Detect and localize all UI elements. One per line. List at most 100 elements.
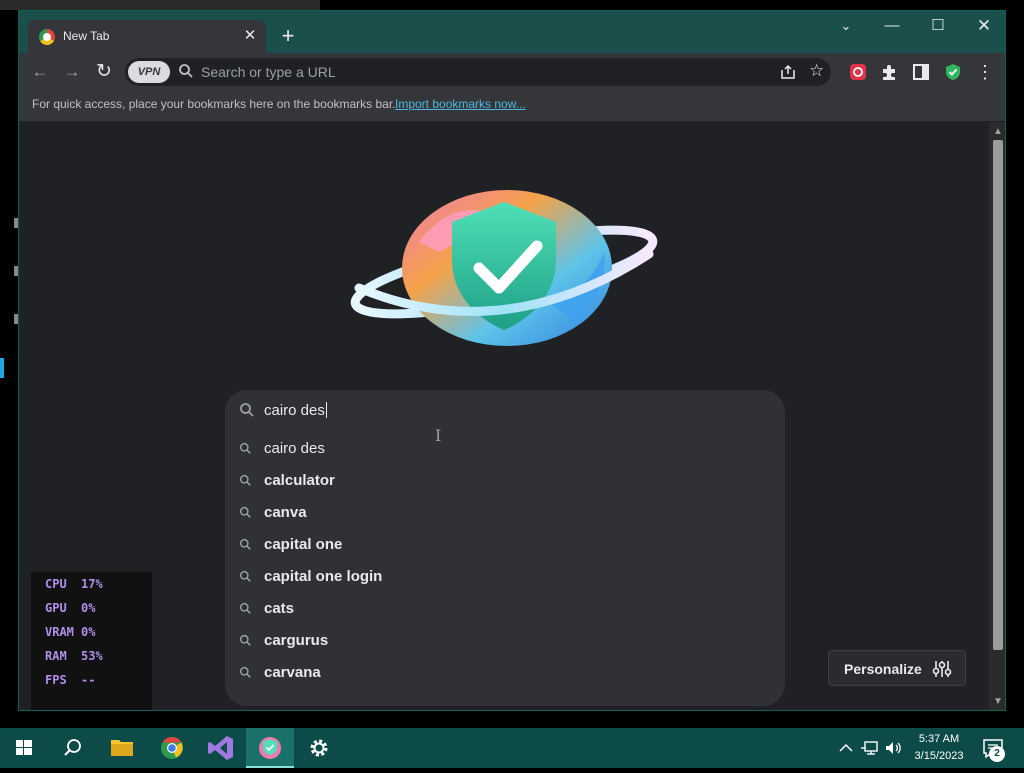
suggestion-item[interactable]: calculator — [225, 465, 785, 497]
stat-label: CPU — [45, 577, 67, 591]
notification-badge: 2 — [989, 746, 1005, 762]
search-icon — [240, 403, 254, 417]
suggestion-text: capital one — [264, 536, 343, 553]
tab-strip: New Tab ✕ + ⌄ — ☐ ✕ — [19, 11, 1005, 53]
performance-overlay: CPU 17% GPU 0% VRAM 0% RAM 53% FPS -- — [31, 572, 152, 710]
scroll-up-icon[interactable]: ▲ — [993, 126, 1003, 137]
suggestion-item[interactable]: cats — [225, 593, 785, 625]
suggestion-text: capital one login — [264, 568, 383, 585]
tab-search-button[interactable]: ⌄ — [823, 11, 869, 43]
tab-new-tab[interactable]: New Tab ✕ — [28, 20, 266, 53]
scrollbar-thumb[interactable] — [993, 140, 1003, 650]
suggestion-item[interactable]: canva — [225, 497, 785, 529]
taskbar-visual-studio[interactable] — [197, 728, 245, 768]
vpn-button[interactable]: VPN — [128, 61, 170, 83]
taskbar-settings[interactable] — [295, 728, 343, 768]
browser-window: New Tab ✕ + ⌄ — ☐ ✕ ← → ↻ VPN ☆ — [18, 10, 1006, 711]
stat-row: RAM 53% — [45, 649, 103, 663]
stat-label: GPU — [45, 601, 67, 615]
search-icon — [239, 666, 251, 678]
start-button[interactable] — [0, 728, 48, 768]
stat-row: FPS -- — [45, 673, 95, 687]
suggestion-text: carvana — [264, 664, 321, 681]
stat-label: FPS — [45, 673, 67, 687]
stat-value: 17% — [81, 577, 103, 591]
search-icon — [64, 739, 81, 756]
suggestion-text: cats — [264, 600, 295, 617]
forward-arrow-icon[interactable]: → — [61, 61, 83, 83]
suggestion-item[interactable]: cairo des — [225, 433, 785, 465]
taskbar: 5:37 AM 3/15/2023 2 — [0, 728, 1024, 768]
bookmarks-bar: For quick access, place your bookmarks h… — [19, 91, 1005, 122]
bookmark-star-icon[interactable]: ☆ — [809, 61, 824, 81]
windows-logo-icon — [16, 740, 32, 755]
reload-icon[interactable]: ↻ — [93, 61, 115, 83]
import-bookmarks-link[interactable]: Import bookmarks now... — [395, 97, 526, 111]
browser-shield-icon — [259, 737, 281, 759]
volume-icon[interactable] — [884, 740, 904, 756]
chrome-icon — [161, 737, 183, 759]
stat-row: GPU 0% — [45, 601, 95, 615]
suggestion-item[interactable]: carvana — [225, 657, 785, 689]
stat-row: VRAM 0% — [45, 625, 95, 639]
scroll-down-icon[interactable]: ▼ — [993, 696, 1003, 707]
side-panel-icon[interactable] — [912, 63, 930, 81]
minimize-button[interactable]: — — [869, 11, 915, 43]
stat-value: 0% — [81, 625, 96, 639]
search-icon — [239, 506, 251, 518]
gear-icon — [310, 739, 328, 757]
visual-studio-icon — [208, 736, 233, 760]
personalize-label: Personalize — [844, 661, 922, 677]
stat-value: 53% — [81, 649, 103, 663]
menu-dots-icon[interactable]: ⋮ — [976, 62, 994, 82]
suggestion-text: calculator — [264, 472, 335, 489]
suggestion-item[interactable]: cargurus — [225, 625, 785, 657]
bookmarks-bar-message: For quick access, place your bookmarks h… — [32, 97, 396, 111]
maximize-button[interactable]: ☐ — [915, 11, 961, 43]
new-tab-button[interactable]: + — [275, 24, 301, 50]
search-icon — [239, 570, 251, 582]
suggestion-text: cairo des — [264, 440, 325, 457]
tab-close-icon[interactable]: ✕ — [240, 26, 260, 46]
browser-toolbar: ← → ↻ VPN ☆ — [19, 53, 1005, 91]
extensions-puzzle-icon[interactable] — [880, 63, 898, 81]
stat-label: RAM — [45, 649, 67, 663]
address-bar[interactable]: VPN ☆ — [125, 58, 831, 86]
stat-value: 0% — [81, 601, 96, 615]
search-icon — [239, 602, 251, 614]
taskbar-file-explorer[interactable] — [98, 728, 146, 768]
shield-planet-logo — [350, 190, 658, 346]
chrome-favicon-icon — [39, 29, 55, 45]
taskbar-search-button[interactable] — [48, 728, 96, 768]
search-icon — [239, 442, 251, 454]
background-window-edge — [0, 0, 320, 10]
taskbar-browser-active[interactable] — [246, 728, 294, 768]
sliders-icon — [932, 661, 952, 677]
page-scrollbar[interactable]: ▲ ▼ — [989, 122, 1005, 710]
clock-time: 5:37 AM — [918, 733, 960, 745]
personalize-button[interactable]: Personalize — [828, 650, 966, 686]
chevron-up-icon[interactable] — [836, 740, 856, 756]
close-window-button[interactable]: ✕ — [961, 11, 1005, 43]
search-icon — [239, 474, 251, 486]
clock-date: 3/15/2023 — [914, 750, 964, 762]
search-icon — [239, 538, 251, 550]
url-input[interactable] — [201, 60, 761, 84]
vpn-shield-icon[interactable] — [944, 63, 962, 81]
network-icon[interactable] — [860, 740, 880, 756]
taskbar-chrome[interactable] — [148, 728, 196, 768]
search-icon — [179, 64, 193, 78]
search-input[interactable]: cairo des — [264, 402, 327, 419]
suggestion-item[interactable]: capital one — [225, 529, 785, 561]
share-icon[interactable] — [779, 63, 797, 81]
stat-row: CPU 17% — [45, 577, 103, 591]
taskbar-clock[interactable]: 5:37 AM 3/15/2023 — [908, 731, 970, 765]
tab-title: New Tab — [63, 29, 110, 43]
back-arrow-icon[interactable]: ← — [29, 61, 51, 83]
suggestion-item[interactable]: capital one login — [225, 561, 785, 593]
new-tab-page: cairo des I cairo des calculator canva capi… — [19, 122, 989, 710]
desktop-accent — [0, 358, 4, 378]
search-suggestions-dropdown: cairo des I cairo des calculator canva capi… — [225, 390, 785, 706]
folder-icon — [111, 740, 133, 756]
extension-red-icon[interactable] — [849, 63, 867, 81]
